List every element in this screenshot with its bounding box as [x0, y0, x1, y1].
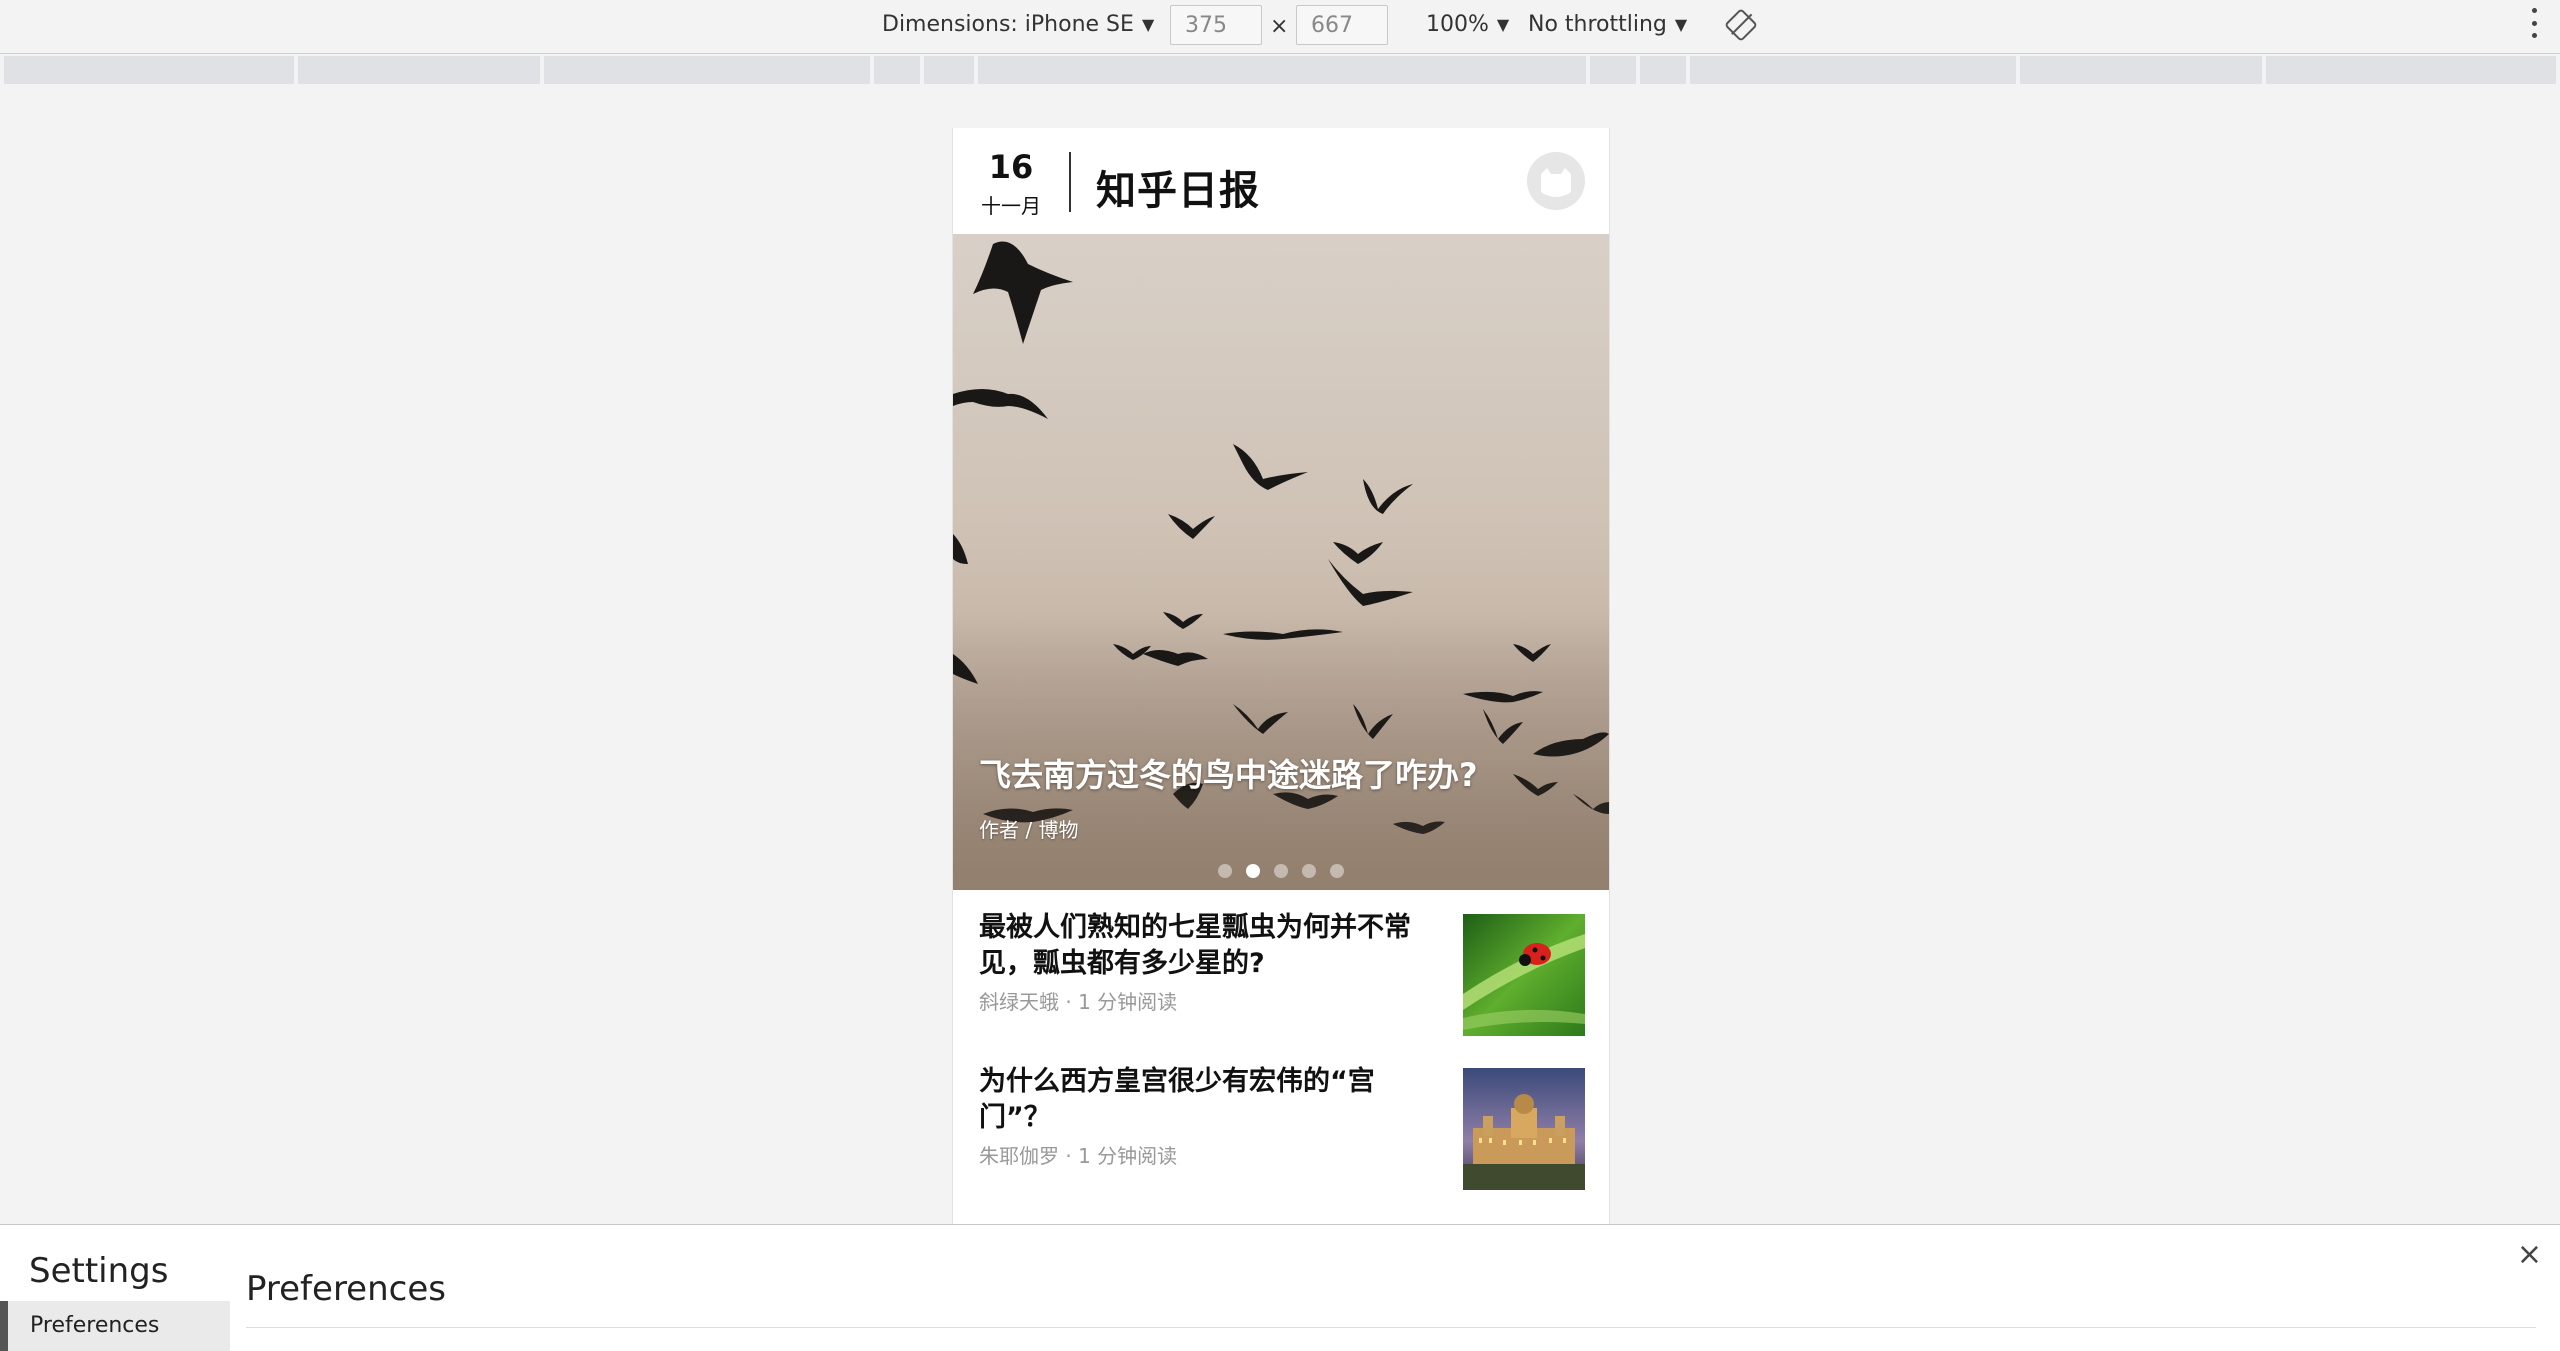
hero-title[interactable]: 飞去南方过冬的鸟中途迷路了咋办? — [979, 750, 1478, 796]
media-query-segment[interactable] — [874, 56, 920, 84]
carousel-indicators — [953, 864, 1609, 878]
more-options-icon[interactable] — [2532, 8, 2538, 38]
rotate-icon[interactable] — [1724, 8, 1758, 42]
close-icon[interactable]: × — [2517, 1237, 2542, 1272]
ladybug-thumbnail — [1463, 914, 1585, 1036]
media-query-segment[interactable] — [544, 56, 870, 84]
settings-panel: Settings Preferences Preferences × — [0, 1224, 2560, 1351]
carousel-dot-active[interactable] — [1246, 864, 1260, 878]
media-query-bar — [0, 54, 2560, 86]
caret-down-icon: ▼ — [1674, 15, 1688, 34]
zoom-selector[interactable]: 100% ▼ — [1426, 12, 1509, 37]
divider — [246, 1327, 2536, 1328]
width-input[interactable]: 375 — [1170, 5, 1262, 45]
section-title: Preferences — [246, 1269, 446, 1309]
caret-down-icon: ▼ — [1496, 15, 1510, 34]
story-meta: 朱耶伽罗 · 1 分钟阅读 — [979, 1144, 1178, 1168]
device-label: Dimensions: iPhone SE — [882, 12, 1134, 37]
hero-meta: 作者 / 博物 — [979, 818, 1079, 842]
caret-down-icon: ▼ — [1141, 15, 1155, 34]
media-query-segment[interactable] — [978, 56, 1586, 84]
media-query-segment[interactable] — [2266, 56, 2556, 84]
story-title: 为什么西方皇宫很少有宏伟的“宫门”？ — [979, 1066, 1375, 1133]
media-query-segment[interactable] — [1690, 56, 2016, 84]
date-day: 16 — [988, 148, 1034, 186]
app-title: 知乎日报 — [1096, 168, 1260, 214]
times-label: × — [1270, 14, 1289, 39]
avatar[interactable] — [1527, 152, 1585, 210]
carousel-dot[interactable] — [1302, 864, 1316, 878]
list-item[interactable]: 为什么西方皇宫很少有宏伟的“宫门”？ 朱耶伽罗 · 1 分钟阅读 — [953, 1044, 1609, 1194]
media-query-segment[interactable] — [2020, 56, 2262, 84]
story-meta: 斜绿天蛾 · 1 分钟阅读 — [979, 990, 1178, 1014]
list-item[interactable]: 最被人们熟知的七星瓢虫为何并不常见，瓢虫都有多少星的? 斜绿天蛾 · 1 分钟阅… — [953, 890, 1609, 1040]
settings-title: Settings — [29, 1251, 169, 1291]
media-query-segment[interactable] — [4, 56, 294, 84]
carousel-dot[interactable] — [1218, 864, 1232, 878]
device-selector[interactable]: Dimensions: iPhone SE ▼ — [882, 12, 1154, 37]
palace-thumbnail — [1463, 1068, 1585, 1190]
hero-banner[interactable]: 飞去南方过冬的鸟中途迷路了咋办? 作者 / 博物 — [953, 234, 1609, 890]
throttling-label: No throttling — [1528, 12, 1667, 37]
app-header: 16 十一月 知乎日报 — [953, 128, 1609, 234]
story-title: 最被人们熟知的七星瓢虫为何并不常见，瓢虫都有多少星的? — [979, 912, 1411, 979]
media-query-segment[interactable] — [1590, 56, 1636, 84]
user-icon — [1527, 152, 1585, 210]
carousel-dot[interactable] — [1274, 864, 1288, 878]
date-month: 十一月 — [981, 194, 1041, 218]
divider — [1069, 152, 1071, 212]
carousel-dot[interactable] — [1330, 864, 1344, 878]
zoom-label: 100% — [1426, 12, 1489, 37]
selected-indicator — [0, 1301, 8, 1351]
media-query-segment[interactable] — [298, 56, 540, 84]
device-toolbar: Dimensions: iPhone SE ▼ 375 × 667 100% ▼… — [0, 0, 2560, 54]
sidebar-item-label[interactable]: Preferences — [30, 1313, 159, 1338]
height-input[interactable]: 667 — [1296, 5, 1388, 45]
media-query-segment[interactable] — [924, 56, 974, 84]
phone-screen: 16 十一月 知乎日报 飞去南方过冬的鸟中途迷路了咋办? 作者 / 博物 最被人… — [952, 128, 1610, 1224]
media-query-segment[interactable] — [1640, 56, 1686, 84]
throttling-selector[interactable]: No throttling ▼ — [1528, 12, 1687, 37]
